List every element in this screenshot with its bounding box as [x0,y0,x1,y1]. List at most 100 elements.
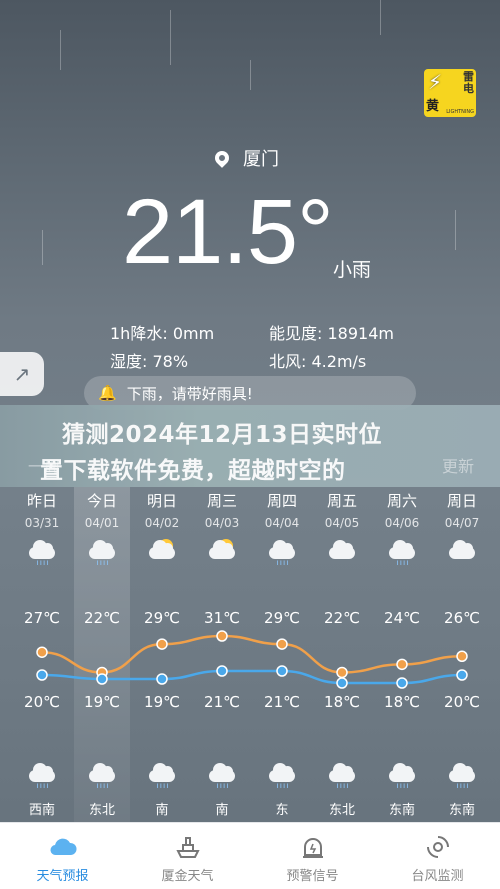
low-temp-label: 20℃ [24,693,60,711]
cloud-rain-icon: ıııı [267,539,297,567]
location-name: 厦门 [243,149,279,170]
forecast-day[interactable]: 周六 04/06 ıııı 24℃ 18℃ ıııı 东南 [372,487,432,822]
humidity-label: 湿度: [110,352,148,371]
forecast-day[interactable]: 周五 04/05 22℃ 18℃ ıııı 东北 [312,487,372,822]
rain-streak [250,60,251,90]
wind-direction: 东 [275,803,289,818]
visibility-value: 18914m [327,324,394,343]
night-cloud-rain-icon: ıııı [387,762,417,790]
cloud-rain-icon: ıııı [387,539,417,567]
rain-streak [60,30,61,70]
day-name: 周四 [266,492,297,510]
tab-label: 厦金天气 [161,869,214,884]
day-date: 04/01 [84,516,120,530]
wind-value: 4.2m/s [311,352,367,371]
high-temp-label: 26℃ [444,609,480,627]
typhoon-icon [423,833,453,861]
forecast-day[interactable]: 周三 04/03 31℃ 21℃ ıııı 南 [192,487,252,822]
low-temp-label: 19℃ [144,693,180,711]
stats-right: 能见度: 18914m 北风: 4.2m/s [269,320,394,376]
tab-weather-forecast[interactable]: 天气预报 [0,823,125,889]
tab-label: 天气预报 [36,869,89,884]
tab-warning-signals[interactable]: 预警信号 [250,823,375,889]
day-date: 04/04 [264,516,300,530]
humidity-value: 78% [152,352,189,371]
day-date: 04/03 [204,516,240,530]
rain-value: 0mm [172,324,215,343]
high-temp-label: 29℃ [144,609,180,627]
high-temp-label: 24℃ [384,609,420,627]
high-temp-label: 22℃ [84,609,120,627]
low-temp-label: 21℃ [264,693,300,711]
location-pin-icon [212,148,232,168]
current-temperature: 21.5° [122,181,334,283]
low-temp-label: 18℃ [384,693,420,711]
weekly-forecast: 昨日 03/31 ıııı 27℃ 20℃ ıııı 西南 今日 04/01 ıııı 22℃ 19℃… [0,487,500,822]
tab-xiamen-kinmen-weather[interactable]: 厦金天气 [125,823,250,889]
low-temp-label: 18℃ [324,693,360,711]
cloud-rain-icon: ıııı [87,539,117,567]
low-temp-label: 21℃ [204,693,240,711]
lightning-alert-badge[interactable]: ⚡ 雷 电 黄 LIGHTNING [424,69,476,117]
rain-streak [380,0,381,35]
wind-direction: 南 [215,803,229,818]
wind-direction: 东北 [328,803,355,818]
day-name: 周三 [206,492,237,510]
visibility-label: 能见度: [269,324,323,343]
wind-direction: 西南 [28,803,55,818]
forecast-day[interactable]: 今日 04/01 ıııı 22℃ 19℃ ıııı 东北 [72,487,132,822]
low-temp-label: 19℃ [84,693,120,711]
ship-icon [173,833,203,861]
partly-cloudy-icon [207,539,237,565]
stats-left: 1h降水: 0mm 湿度: 78% [110,320,214,376]
night-cloud-rain-icon: ıııı [27,762,57,790]
forecast-day[interactable]: 昨日 03/31 ıııı 27℃ 20℃ ıııı 西南 [12,487,72,822]
day-name: 昨日 [26,492,57,510]
low-temp-label: 20℃ [444,693,480,711]
share-button[interactable]: ↗ [0,352,44,396]
current-condition: 小雨 [333,259,372,281]
day-date: 04/02 [144,516,180,530]
day-name: 周日 [446,492,477,510]
location[interactable]: 厦门 [212,145,279,171]
tab-typhoon-monitor[interactable]: 台风监测 [375,823,500,889]
lightning-icon: ⚡ [428,70,443,94]
wind-direction: 东南 [388,803,415,818]
bell-icon: 🔔 [98,384,117,402]
cloud-icon [327,539,357,565]
day-name: 今日 [86,492,117,510]
day-name: 周五 [326,492,357,510]
rain-streak [455,210,456,250]
wind-direction: 东南 [448,803,475,818]
forecast-day[interactable]: 周日 04/07 26℃ 20℃ ıııı 东南 [432,487,492,822]
partly-cloudy-icon [147,539,177,565]
night-cloud-rain-icon: ıııı [267,762,297,790]
tab-label: 预警信号 [286,869,339,884]
article-title-banner: 一周 更新 猜测2024年12月13日实时位 置下载软件免费，超越时空的 [0,405,500,487]
high-temp-label: 31℃ [204,609,240,627]
banner-line1: 猜测2024年12月13日实时位 [62,422,383,448]
tip-text: 下雨，请带好雨具! [126,384,253,403]
high-temp-label: 27℃ [24,609,60,627]
night-cloud-rain-icon: ıııı [447,762,477,790]
banner-ghost-right: 更新 [442,457,475,476]
forecast-day[interactable]: 周四 04/04 ıııı 29℃ 21℃ ıııı 东 [252,487,312,822]
day-name: 周六 [386,492,417,510]
cloud-icon [48,833,78,861]
rain-streak [170,10,171,65]
night-cloud-rain-icon: ıııı [87,762,117,790]
rain-label: 1h降水: [110,324,168,343]
rain-streak [42,230,43,265]
cloud-icon [447,539,477,565]
alert-sub: LIGHTNING [446,109,474,115]
day-date: 04/06 [384,516,420,530]
wind-direction: 南 [155,803,169,818]
day-name: 明日 [146,492,177,510]
tab-label: 台风监测 [411,869,464,884]
forecast-day[interactable]: 明日 04/02 29℃ 19℃ ıııı 南 [132,487,192,822]
high-temp-label: 22℃ [324,609,360,627]
wind-label: 北风: [269,352,307,371]
night-cloud-rain-icon: ıııı [327,762,357,790]
alarm-icon [298,833,328,861]
wind-direction: 东北 [88,803,115,818]
